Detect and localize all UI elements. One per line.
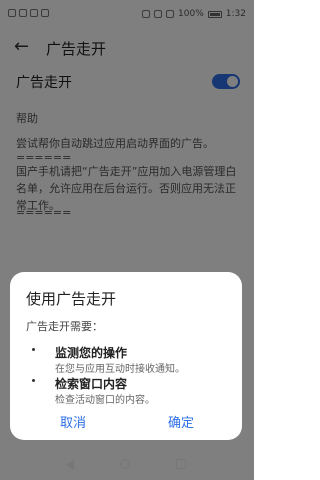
cancel-button[interactable]: 取消: [60, 412, 86, 431]
bullet-icon: [32, 348, 35, 351]
permission-title: 检索窗口内容: [55, 377, 128, 391]
bullet-icon: [32, 379, 35, 382]
permission-title: 监测您的操作: [55, 346, 128, 360]
permission-dialog: 使用广告走开 广告走开需要： 监测您的操作 在您与应用互动时接收通知。 检索窗口…: [10, 272, 242, 440]
nav-recents-icon[interactable]: [176, 459, 186, 469]
dialog-subtitle: 广告走开需要：: [26, 320, 103, 333]
permission-desc: 在您与应用互动时接收通知。: [55, 364, 185, 375]
permission-desc: 检查活动窗口的内容。: [55, 395, 155, 406]
nav-home-icon[interactable]: [120, 459, 130, 469]
dialog-title: 使用广告走开: [26, 290, 117, 308]
navigation-bar: [0, 452, 254, 480]
ok-button[interactable]: 确定: [168, 412, 194, 431]
nav-back-icon[interactable]: [66, 460, 74, 470]
